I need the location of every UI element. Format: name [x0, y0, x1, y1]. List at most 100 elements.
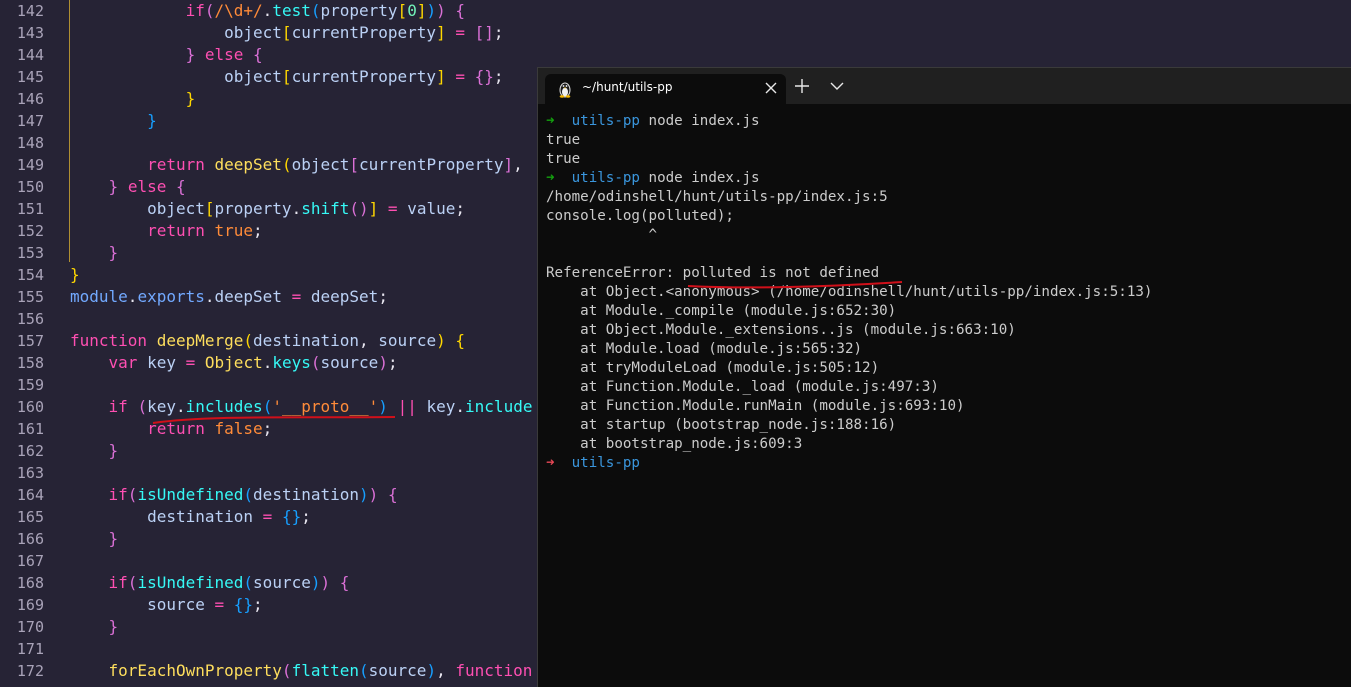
code-token: if — [108, 573, 128, 592]
code-token: true — [214, 221, 254, 240]
terminal-output-line: true — [546, 132, 581, 148]
prompt-arrow-icon: ➜ — [546, 113, 555, 129]
code-token: {} — [233, 595, 254, 614]
code-token: ) — [359, 485, 369, 504]
line-number: 168 — [16, 574, 44, 592]
linux-penguin-icon — [559, 82, 571, 98]
close-icon[interactable] — [762, 79, 780, 97]
code-token: ; — [387, 353, 398, 372]
code-line: module.exports.deepSet = deepSet; — [70, 286, 388, 308]
code-token: return — [147, 155, 205, 174]
line-number: 149 — [16, 156, 44, 174]
code-token: ( — [243, 485, 254, 504]
line-number: 167 — [16, 552, 44, 570]
code-line: destination = {}; — [70, 506, 311, 528]
code-token: ( — [204, 1, 215, 20]
code-line: } else { — [70, 176, 186, 198]
code-token: deepSet — [310, 287, 379, 306]
code-token: { — [339, 573, 350, 592]
terminal-output[interactable]: ➜ utils-pp node index.js true true ➜ utils-… — [546, 112, 1346, 473]
code-token: ) — [378, 353, 388, 372]
code-token: {} — [281, 507, 302, 526]
terminal-output-line: at bootstrap_node.js:609:3 — [546, 436, 803, 452]
terminal-tab[interactable]: ~/hunt/utils-pp — [545, 74, 786, 104]
terminal-prompt-line: ➜ utils-pp — [546, 454, 1346, 473]
code-token: [] — [474, 23, 494, 42]
code-token: 0 — [407, 1, 417, 20]
chevron-down-icon[interactable] — [828, 77, 846, 95]
code-token: { — [387, 485, 398, 504]
line-number: 156 — [16, 310, 44, 328]
code-token: currentProperty — [291, 67, 437, 86]
code-token: { — [455, 331, 465, 350]
code-token: {} — [474, 67, 494, 86]
code-token: currentProperty — [359, 155, 504, 174]
code-token: flatten — [291, 661, 359, 680]
terminal-window[interactable]: ~/hunt/utils-pp ➜ utils-pp node index.js… — [537, 67, 1351, 687]
code-token: object — [224, 23, 282, 42]
code-token: ] — [436, 67, 446, 86]
code-line: if(/\d+/.test(property[0])) { — [70, 0, 465, 22]
code-token: . — [204, 287, 215, 306]
code-line: object[currentProperty] = {}; — [70, 66, 503, 88]
code-token: () — [349, 199, 369, 218]
code-token: key — [147, 353, 176, 372]
code-token: ( — [127, 573, 138, 592]
line-number: 161 — [16, 420, 44, 438]
code-token: = — [291, 287, 302, 306]
terminal-output-line: true — [546, 151, 581, 167]
code-token: return — [147, 221, 205, 240]
code-line: source = {}; — [70, 594, 263, 616]
code-token: ; — [493, 23, 504, 42]
line-number: 163 — [16, 464, 44, 482]
code-line: function deepMerge(destination, source) … — [70, 330, 465, 352]
code-token: ( — [310, 353, 321, 372]
code-token: , — [513, 155, 523, 174]
code-token: . — [455, 397, 466, 416]
terminal-output-line: ReferenceError: polluted is not defined — [546, 265, 880, 281]
code-token: || — [397, 397, 417, 416]
code-token: property — [320, 1, 398, 20]
terminal-output-line: console.log(polluted); — [546, 208, 734, 224]
line-number: 148 — [16, 134, 44, 152]
code-token: = — [214, 595, 225, 614]
code-token: } — [108, 441, 119, 460]
code-token: deepSet — [214, 155, 282, 174]
prompt-arrow-icon: ➜ — [546, 455, 555, 471]
code-token: ; — [455, 199, 466, 218]
code-token: } — [147, 111, 157, 130]
code-token: . — [127, 287, 138, 306]
code-token: } — [108, 529, 119, 548]
code-token: , — [359, 331, 379, 350]
code-token: [ — [204, 199, 215, 218]
plus-icon[interactable] — [793, 77, 811, 95]
line-number: 172 — [16, 662, 44, 680]
code-token: object — [224, 67, 282, 86]
prompt-command: node index.js — [648, 170, 760, 186]
line-number: 166 — [16, 530, 44, 548]
code-token: } — [70, 265, 80, 284]
code-token: = — [387, 199, 398, 218]
code-token: ( — [127, 485, 138, 504]
prompt-directory: utils-pp — [571, 455, 640, 471]
terminal-tab-bar: ~/hunt/utils-pp — [538, 68, 1351, 104]
code-token: destination — [253, 485, 360, 504]
code-token: . — [262, 1, 273, 20]
code-token: ( — [359, 661, 369, 680]
